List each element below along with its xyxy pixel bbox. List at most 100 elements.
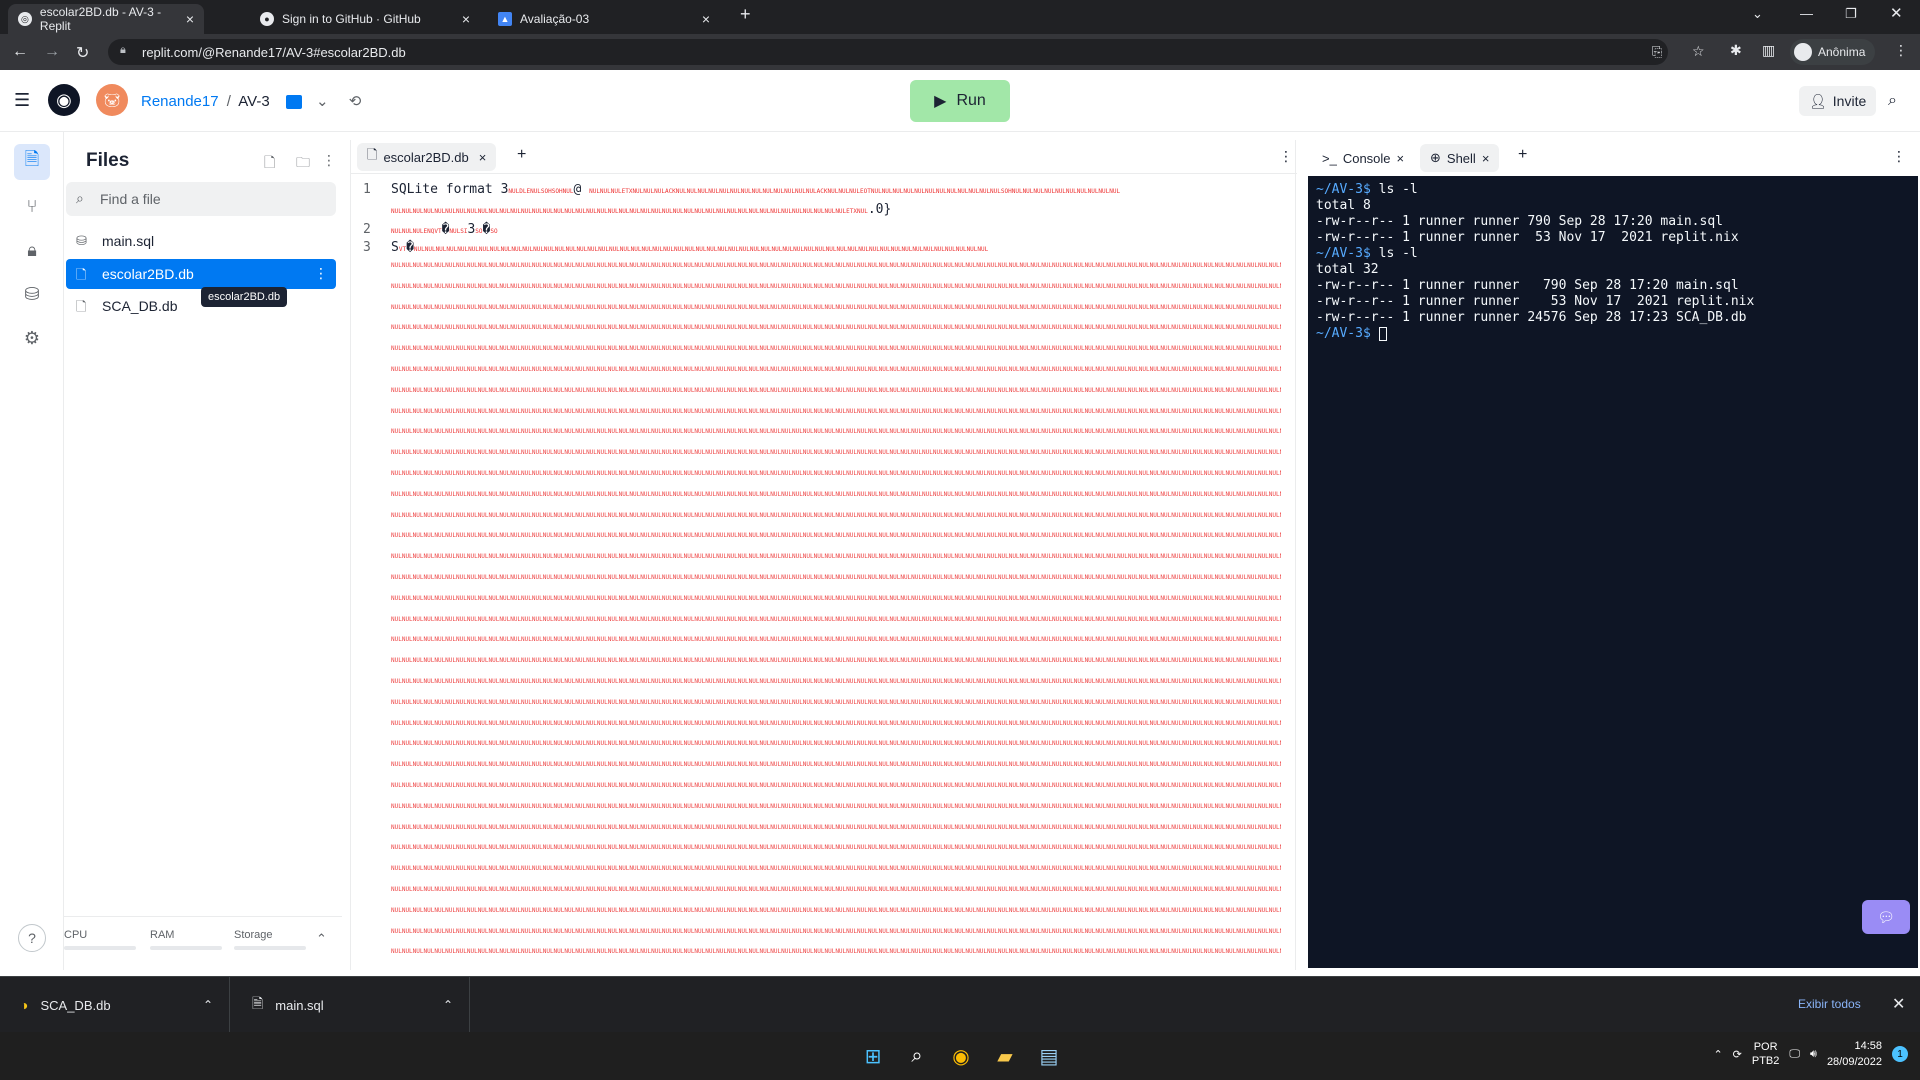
find-file-placeholder: Find a file [100, 191, 161, 207]
notification-badge[interactable]: 1 [1892, 1046, 1908, 1062]
back-icon[interactable]: ← [12, 43, 28, 61]
hamburger-menu-icon[interactable]: ☰ [14, 90, 30, 111]
reload-icon[interactable]: ↻ [76, 43, 89, 63]
new-editor-tab-button[interactable]: + [517, 146, 526, 164]
close-icon[interactable]: × [479, 150, 487, 165]
editor-tabs: 🗋 escolar2BD.db × + ⋮ [351, 140, 1297, 174]
help-icon[interactable]: ? [18, 924, 46, 952]
files-tool-icon[interactable]: 🗎︎ [14, 144, 50, 180]
owner-link[interactable]: Renande17 [141, 93, 219, 110]
tab-shell[interactable]: ⊕ Shell × [1420, 144, 1500, 172]
show-all-downloads-link[interactable]: Exibir todos [1798, 997, 1861, 1011]
chevron-up-icon[interactable]: ⌃ [1713, 1048, 1722, 1061]
file-item-main-sql[interactable]: ⛁ main.sql [66, 226, 336, 256]
close-icon[interactable]: × [1482, 151, 1490, 166]
extensions-icon[interactable]: ✱ [1730, 42, 1742, 59]
sync-icon[interactable]: ⟳ [1733, 1048, 1742, 1061]
storage-meter: Storage [234, 929, 306, 950]
close-tab-icon[interactable]: × [702, 11, 710, 27]
browser-menu-icon[interactable]: ⋮ [1894, 42, 1908, 59]
new-file-icon[interactable]: 🗋 [264, 152, 275, 176]
resources-panel: CPU RAM Storage ⌃ [64, 916, 342, 970]
search-icon[interactable]: ⌕ [1888, 92, 1897, 110]
code-line[interactable]: SVT�NULNULNULNULNULNULNULNULNULNULNULNUL… [391, 240, 988, 255]
profile-button[interactable]: Anônima [1790, 39, 1876, 65]
invite-button[interactable]: 👤︎ Invite [1799, 86, 1877, 116]
browser-tab-avaliacao[interactable]: ▲ Avaliação-03 × [488, 4, 720, 34]
database-icon[interactable]: ⛁ [14, 276, 50, 312]
clock[interactable]: 14:58 28/09/2022 [1827, 1038, 1882, 1070]
browser-tab-replit[interactable]: ◎ escolar2BD.db - AV-3 - Replit × [8, 4, 204, 34]
code-line[interactable]: SQLite format 3NULDLENULSOHSOHNUL@ NULNU… [391, 182, 1120, 197]
share-icon[interactable]: ⎘ [1652, 44, 1662, 60]
side-panel-icon[interactable]: ▥ [1762, 42, 1775, 59]
new-folder-icon[interactable]: 🗀 [296, 152, 310, 176]
file-name: main.sql [102, 233, 155, 249]
network-icon[interactable]: 🖵︎ [1789, 1048, 1800, 1061]
binary-null-content: NULNULNULNULNULNULNULNULNULNULNULNULNULN… [391, 256, 1281, 996]
new-pane-tab-button[interactable]: + [1518, 146, 1527, 164]
binary-row: NULNULNULNULNULNULNULNULNULNULNULNULNULN… [391, 636, 1281, 644]
binary-row: NULNULNULNULNULNULNULNULNULNULNULNULNULN… [391, 573, 1281, 581]
repl-avatar[interactable]: 🐷︎ [96, 84, 128, 116]
secrets-lock-icon[interactable]: 🔒︎ [14, 232, 50, 268]
file-item-escolar2bd-db[interactable]: 🗋 escolar2BD.db ⋮ [66, 259, 336, 289]
browser-tab-github[interactable]: ● Sign in to GitHub · GitHub × [250, 4, 480, 34]
new-tab-button[interactable]: + [740, 4, 751, 25]
chrome-icon[interactable]: ◉ [946, 1041, 976, 1071]
code-text: S [391, 240, 399, 255]
language-indicator[interactable]: POR PTB2 [1752, 1040, 1780, 1068]
settings-gear-icon[interactable]: ⚙ [14, 320, 50, 356]
forward-icon[interactable]: → [44, 43, 60, 61]
bookmark-star-icon[interactable]: ☆ [1692, 43, 1705, 60]
code-line[interactable]: NULNULNULENQVT�NULSI3SO�SO [391, 222, 498, 237]
files-menu-icon[interactable]: ⋮ [322, 152, 336, 169]
chevron-up-icon[interactable]: ⌃ [203, 998, 213, 1012]
download-item-main-sql[interactable]: 🗎︎ main.sql ⌃ [232, 977, 470, 1033]
editor-tab-escolar2bd[interactable]: 🗋 escolar2BD.db × [357, 143, 497, 171]
replit-logo-icon[interactable]: ◉ [48, 84, 80, 116]
find-file-input[interactable]: ⌕ Find a file [66, 182, 336, 216]
tab-console[interactable]: >_ Console × [1312, 144, 1414, 172]
close-downloads-icon[interactable]: ✕ [1892, 994, 1905, 1014]
profile-label: Anônima [1818, 45, 1866, 59]
pane-menu-icon[interactable]: ⋮ [1892, 148, 1906, 165]
chevron-down-icon[interactable]: ⌄ [316, 93, 329, 110]
breadcrumb-separator: / [226, 93, 231, 110]
line-number: 2 [363, 222, 371, 237]
tab-search-chevron-icon[interactable]: ⌄ [1752, 6, 1763, 22]
close-tab-icon[interactable]: × [462, 11, 470, 27]
repl-name[interactable]: AV-3 [238, 93, 269, 110]
volume-icon[interactable]: 🔊︎ [1810, 1048, 1817, 1061]
close-icon[interactable]: × [1397, 151, 1405, 166]
terminal-output-line: total 8 [1316, 198, 1371, 213]
close-window-button[interactable]: ✕ [1890, 4, 1903, 22]
history-icon[interactable]: ⟲ [349, 93, 362, 110]
browser-tab-strip: ◎ escolar2BD.db - AV-3 - Replit × ● Sign… [0, 0, 1920, 34]
lock-icon: 🔒︎ [120, 44, 126, 56]
minimize-button[interactable]: — [1800, 6, 1813, 21]
chevron-up-icon[interactable]: ⌃ [316, 931, 327, 947]
search-icon[interactable]: ⌕ [902, 1041, 932, 1071]
windows-start-icon[interactable]: ⊞ [858, 1041, 888, 1071]
run-label: Run [956, 92, 986, 109]
address-bar[interactable]: 🔒︎ replit.com/@Renande17/AV-3#escolar2BD… [108, 39, 1705, 65]
chat-icon[interactable]: 💬︎ [1862, 900, 1910, 934]
close-tab-icon[interactable]: × [186, 11, 194, 27]
restore-button[interactable]: ❐ [1845, 6, 1857, 22]
download-item-sca-db[interactable]: ◑ SCA_DB.db ⌃ [0, 977, 230, 1033]
binary-row: NULNULNULNULNULNULNULNULNULNULNULNULNULN… [391, 865, 1281, 873]
version-control-icon[interactable]: ⑂ [14, 188, 50, 224]
binary-row: NULNULNULNULNULNULNULNULNULNULNULNULNULN… [391, 345, 1281, 353]
editor-menu-icon[interactable]: ⋮ [1279, 148, 1293, 165]
file-explorer-icon[interactable]: ▰ [990, 1041, 1020, 1071]
downloads-bar: ◑ SCA_DB.db ⌃ 🗎︎ main.sql ⌃ Exibir todos… [0, 976, 1920, 1033]
terminal[interactable]: ~/AV-3$ ls -l total 8 -rw-r--r-- 1 runner … [1308, 176, 1918, 968]
run-button[interactable]: ▶ Run [910, 80, 1010, 122]
file-menu-icon[interactable]: ⋮ [314, 265, 328, 282]
terminal-prompt: ~/AV-3$ [1316, 326, 1371, 341]
chevron-up-icon[interactable]: ⌃ [443, 998, 453, 1012]
binary-row: NULNULNULNULNULNULNULNULNULNULNULNULNULN… [391, 948, 1281, 956]
app-icon[interactable]: ▤ [1034, 1041, 1064, 1071]
binary-row: NULNULNULNULNULNULNULNULNULNULNULNULNULN… [391, 365, 1281, 373]
